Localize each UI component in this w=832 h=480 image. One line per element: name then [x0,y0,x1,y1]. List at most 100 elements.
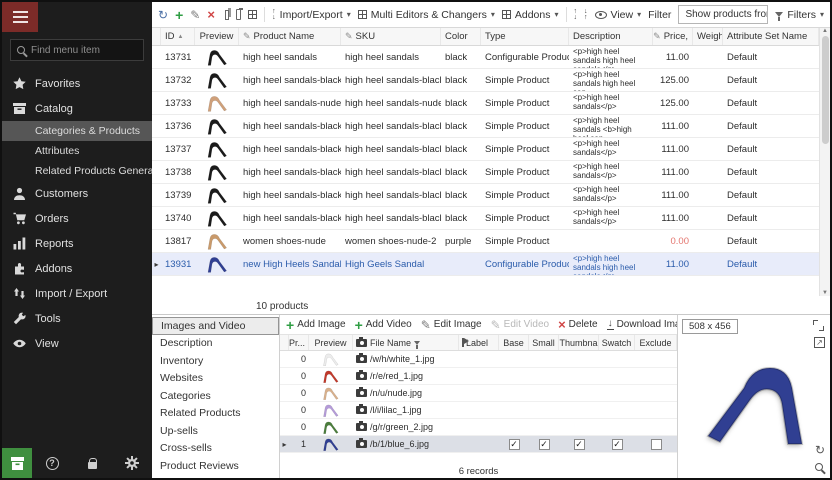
cell-image-preview[interactable] [309,385,353,401]
cell-swatch-checkbox[interactable]: ✓ [599,385,635,401]
lock-button[interactable] [72,448,112,478]
col-header-small[interactable]: Small [529,335,559,350]
cell-preview[interactable] [195,230,239,252]
filters-menu[interactable]: Filters ▾ [775,9,824,21]
cell-sku[interactable]: high heel sandals-black-37 [341,161,441,183]
cell-position[interactable]: 0 [289,368,309,384]
cell-price[interactable]: 125.00 [653,69,693,91]
cell-attribute-set[interactable]: Default [723,69,819,91]
cell-product-name[interactable]: high heel sandals-nude [239,92,341,114]
cell-image-preview[interactable] [309,402,353,418]
sort-descending-icon[interactable]: ↓↑ [584,9,588,21]
cell-price[interactable]: 111.00 [653,207,693,229]
cell-description[interactable]: <p>high heel sandals</p> [569,207,653,229]
sidebar-item-import-export[interactable]: Import / Export [2,281,152,306]
cell-attribute-set[interactable]: Default [723,230,819,252]
cell-preview[interactable] [195,161,239,183]
cell-swatch-checkbox[interactable]: ✓ [599,419,635,435]
cell-attribute-set[interactable]: Default [723,138,819,160]
cell-type[interactable]: Simple Product [481,207,569,229]
sidebar-item-orders[interactable]: Orders [2,206,152,231]
cell-preview[interactable] [195,46,239,68]
cell-sku[interactable]: high heel sandals-black-37 [341,184,441,206]
detail-tab[interactable]: Inventory [152,352,279,370]
cell-position[interactable]: 0 [289,351,309,367]
cell-id[interactable]: 13817 [161,230,195,252]
cell-position[interactable]: 1 [289,436,309,452]
cell-type[interactable]: Simple Product [481,161,569,183]
table-row[interactable]: ▸ 13931 new High Heels Sandals High Geel… [152,253,819,276]
cell-product-name[interactable]: high heel sandals-black-37 [239,161,341,183]
cell-exclude-checkbox[interactable]: ✓ [635,436,677,452]
cell-label[interactable] [459,351,499,367]
cell-product-name[interactable]: high heel sandals-black-38 [239,207,341,229]
sidebar-item-favorites[interactable]: Favorites [2,71,152,96]
col-header-swatch[interactable]: Swatch [599,335,635,350]
cell-price[interactable]: 111.00 [653,138,693,160]
col-header-product-name[interactable]: ✎Product Name [239,28,341,45]
table-row[interactable]: ▸ 13736 high heel sandals-black-36 high … [152,115,819,138]
cell-preview[interactable] [195,138,239,160]
cell-description[interactable] [569,230,653,252]
image-row[interactable]: ▸ 0 /r/e/red_1.jpg ✓ ✓ ✓ ✓ ✓ [280,368,677,385]
cell-thumbnail-checkbox[interactable]: ✓ [559,436,599,452]
table-row[interactable]: ▸ 13737 high heel sandals-black-36 high … [152,138,819,161]
cell-attribute-set[interactable]: Default [723,207,819,229]
cell-swatch-checkbox[interactable]: ✓ [599,436,635,452]
import-export-menu[interactable]: ↑↓ Import/Export ▾ [272,9,351,21]
table-row[interactable]: ▸ 13817 women shoes-nude women shoes-nud… [152,230,819,253]
cell-thumbnail-checkbox[interactable]: ✓ [559,368,599,384]
image-row[interactable]: ▸ 0 /w/h/white_1.jpg ✓ ✓ ✓ ✓ ✓ [280,351,677,368]
columns-button[interactable] [248,10,257,19]
cell-description[interactable]: <p>high heel sandals <b>high heel san... [569,115,653,137]
cell-exclude-checkbox[interactable]: ✓ [635,385,677,401]
col-header-sku[interactable]: ✎SKU [341,28,441,45]
cell-small-checkbox[interactable]: ✓ [529,436,559,452]
cell-price[interactable]: 11.00 [653,46,693,68]
detail-tab[interactable]: Categories [152,387,279,405]
cell-product-name[interactable]: new High Heels Sandals [239,253,341,275]
cell-exclude-checkbox[interactable]: ✓ [635,368,677,384]
cell-swatch-checkbox[interactable]: ✓ [599,351,635,367]
cell-base-checkbox[interactable]: ✓ [499,402,529,418]
cell-id[interactable]: 13740 [161,207,195,229]
cell-small-checkbox[interactable]: ✓ [529,385,559,401]
scrollbar-thumb[interactable] [822,36,829,144]
cell-weight[interactable] [693,138,723,160]
cell-type[interactable]: Simple Product [481,69,569,91]
sidebar-item-tools[interactable]: Tools [2,306,152,331]
cell-position[interactable]: 0 [289,385,309,401]
cell-thumbnail-checkbox[interactable]: ✓ [559,419,599,435]
paste-button[interactable] [236,9,241,20]
add-video-button[interactable]: +Add Video [355,318,412,332]
edit-video-button[interactable]: ✎Edit Video [491,319,549,331]
cell-exclude-checkbox[interactable]: ✓ [635,419,677,435]
cell-id[interactable]: 13731 [161,46,195,68]
cell-base-checkbox[interactable]: ✓ [499,419,529,435]
cell-type[interactable]: Simple Product [481,92,569,114]
cell-description[interactable]: <p>high heel sandals high heel san... [569,69,653,91]
col-header-label[interactable]: Label [459,335,499,350]
cell-weight[interactable] [693,115,723,137]
sidebar-item-customers[interactable]: Customers [2,181,152,206]
cell-small-checkbox[interactable]: ✓ [529,419,559,435]
cell-label[interactable] [459,402,499,418]
cell-id[interactable]: 13931 [161,253,195,275]
cell-type[interactable]: Configurable Product [481,253,569,275]
cell-base-checkbox[interactable]: ✓ [499,351,529,367]
cell-file-name[interactable]: /n/u/nude.jpg [353,385,459,401]
cell-image-preview[interactable] [309,368,353,384]
rotate-icon[interactable]: ↻ [815,444,825,456]
cell-type[interactable]: Simple Product [481,230,569,252]
cell-base-checkbox[interactable]: ✓ [499,436,529,452]
col-header-description[interactable]: Description [569,28,653,45]
cell-attribute-set[interactable]: Default [723,184,819,206]
cell-id[interactable]: 13733 [161,92,195,114]
exclude-checkbox[interactable]: ✓ [651,439,662,450]
cell-price[interactable]: 111.00 [653,184,693,206]
cell-image-preview[interactable] [309,419,353,435]
cell-weight[interactable] [693,207,723,229]
cell-color[interactable]: purple [441,230,481,252]
cell-id[interactable]: 13736 [161,115,195,137]
cell-product-name[interactable]: high heel sandals-black-36 [239,138,341,160]
